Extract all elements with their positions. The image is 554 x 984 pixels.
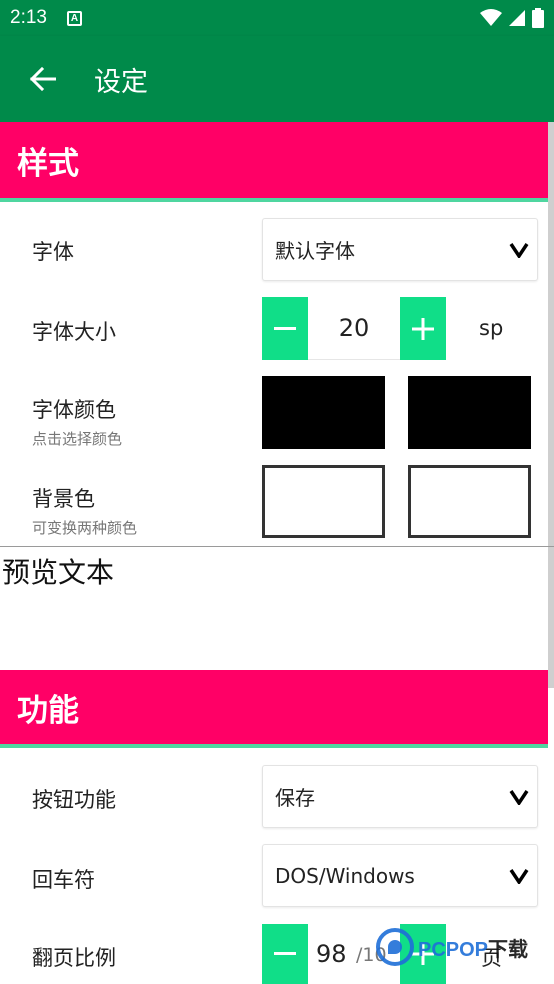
app-bar: 设定 (0, 36, 554, 122)
section-title-style: 样式 (17, 145, 79, 182)
font-size-label: 字体大小 (32, 320, 116, 344)
font-dropdown[interactable]: 默认字体 (262, 218, 538, 281)
status-icons (480, 8, 544, 28)
line-ending-row: 回车符 DOS/Windows (0, 838, 554, 918)
bg-color-swatch-2[interactable] (408, 465, 531, 538)
back-button[interactable] (0, 36, 86, 122)
button-function-row: 按钮功能 保存 (0, 748, 554, 838)
plus-icon (412, 317, 434, 340)
bg-color-hint: 可变换两种颜色 (32, 519, 138, 537)
section-title-function: 功能 (17, 692, 79, 729)
preview-divider (0, 546, 554, 547)
font-size-unit: sp (479, 316, 504, 340)
line-ending-label: 回车符 (32, 868, 95, 892)
arrow-left-icon (30, 67, 56, 91)
font-label: 字体 (32, 240, 74, 264)
font-row: 字体 默认字体 (0, 202, 554, 297)
page-title: 设定 (94, 66, 148, 98)
button-function-value: 保存 (275, 786, 315, 810)
status-time: 2:13 (10, 7, 47, 28)
page-ratio-label: 翻页比例 (32, 946, 116, 970)
bg-color-row: 背景色 可变换两种颜色 (0, 465, 554, 545)
font-size-increase-button[interactable] (400, 297, 446, 360)
font-value: 默认字体 (275, 239, 355, 263)
bg-color-label: 背景色 (32, 487, 95, 511)
font-color-row: 字体颜色 点击选择颜色 (0, 376, 554, 462)
line-ending-value: DOS/Windows (275, 863, 415, 888)
battery-icon (532, 8, 544, 28)
chevron-down-icon (509, 242, 529, 258)
font-color-label: 字体颜色 (32, 398, 116, 422)
button-function-label: 按钮功能 (32, 788, 116, 812)
font-size-row: 字体大小 20 sp (0, 297, 554, 376)
minus-icon (274, 952, 296, 955)
watermark-text: PCPOP下载 (418, 938, 529, 961)
font-color-swatch-2[interactable] (408, 376, 531, 449)
chevron-down-icon (509, 868, 529, 884)
watermark-logo-icon (376, 928, 414, 966)
section-header-function: 功能 (0, 670, 548, 748)
watermark: PCPOP下载 (376, 928, 528, 966)
font-color-swatch-1[interactable] (262, 376, 385, 449)
notification-icon: A (66, 10, 82, 26)
bg-color-swatch-1[interactable] (262, 465, 385, 538)
chevron-down-icon (509, 789, 529, 805)
font-size-value[interactable]: 20 (308, 297, 400, 360)
page-ratio-decrease-button[interactable] (262, 924, 308, 984)
wifi-icon (480, 9, 502, 26)
button-function-dropdown[interactable]: 保存 (262, 765, 538, 828)
font-size-decrease-button[interactable] (262, 297, 308, 360)
page-ratio-value[interactable]: 98 (316, 940, 347, 968)
font-color-hint: 点击选择颜色 (32, 430, 123, 448)
status-bar: 2:13 A (0, 0, 554, 36)
minus-icon (274, 326, 296, 330)
preview-text: 预览文本 (2, 556, 115, 589)
line-ending-dropdown[interactable]: DOS/Windows (262, 844, 538, 907)
section-header-style: 样式 (0, 122, 548, 202)
signal-icon (509, 10, 525, 26)
